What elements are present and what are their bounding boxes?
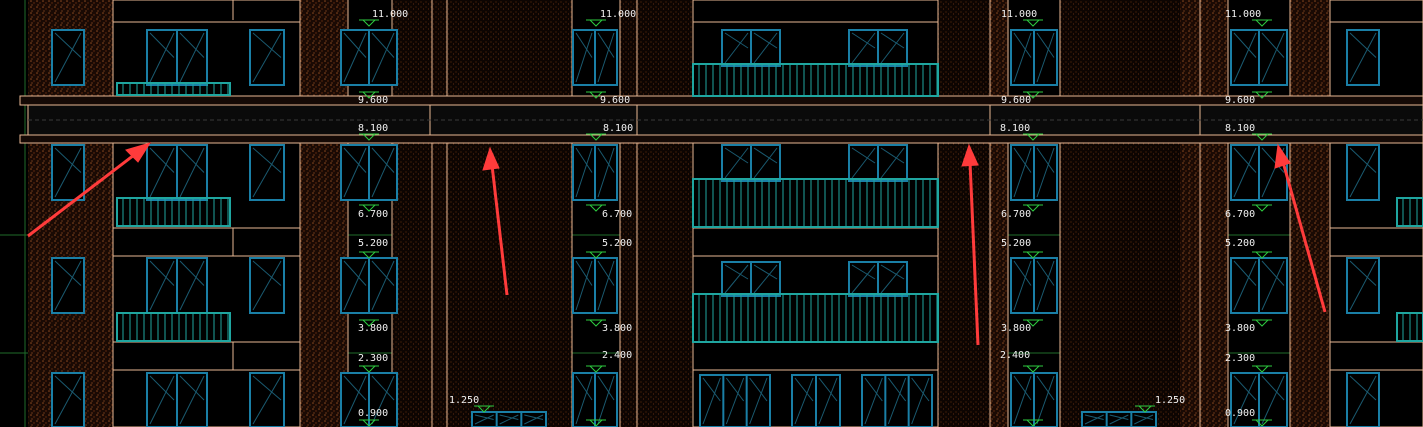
window <box>1230 257 1288 314</box>
window <box>572 372 618 427</box>
window <box>572 144 618 201</box>
elev-label: 0.900 <box>358 408 388 419</box>
window <box>572 257 618 314</box>
window <box>340 144 398 201</box>
elev-label: 5.200 <box>1225 238 1255 249</box>
window <box>249 372 285 427</box>
elevation-marker-icon <box>588 19 604 27</box>
elev-label: 5.200 <box>1001 238 1031 249</box>
window <box>1346 372 1380 427</box>
elev-label: 5.200 <box>358 238 388 249</box>
window <box>1010 29 1058 86</box>
window <box>340 257 398 314</box>
elev-label: 8.100 <box>603 123 633 134</box>
elev-label: 11.000 <box>600 9 636 20</box>
elevation-marker-icon <box>588 319 604 327</box>
elev-label: 2.400 <box>602 350 632 361</box>
elev-label: 9.600 <box>358 95 388 106</box>
elevation-marker-icon <box>1254 19 1270 27</box>
elevation-marker-icon <box>361 19 377 27</box>
window <box>51 29 85 86</box>
window <box>861 374 933 427</box>
window <box>1346 257 1380 314</box>
elev-label: 9.600 <box>1225 95 1255 106</box>
window <box>1010 372 1058 427</box>
window <box>572 29 618 86</box>
window <box>51 372 85 427</box>
window <box>699 374 771 427</box>
elev-label: 2.400 <box>1000 350 1030 361</box>
window <box>1010 257 1058 314</box>
window <box>249 144 285 201</box>
window <box>791 374 841 427</box>
window <box>848 261 908 297</box>
window <box>1230 29 1288 86</box>
window <box>146 29 208 86</box>
window <box>51 257 85 314</box>
elev-label: 6.700 <box>1001 209 1031 220</box>
cad-elevation-drawing[interactable]: 11.000 9.600 8.100 6.700 5.200 3.800 2.3… <box>0 0 1423 427</box>
elev-label: 8.100 <box>1000 123 1030 134</box>
window <box>1346 144 1380 201</box>
window <box>721 261 781 297</box>
elev-label: 2.300 <box>1225 353 1255 364</box>
elev-label: 3.800 <box>1001 323 1031 334</box>
elev-label: 6.700 <box>358 209 388 220</box>
elev-label: 2.300 <box>358 353 388 364</box>
elev-label: 8.100 <box>358 123 388 134</box>
window <box>1346 29 1380 86</box>
elevation-marker-icon <box>1025 19 1041 27</box>
elev-label: 11.000 <box>1225 9 1261 20</box>
window <box>721 29 781 67</box>
elev-label: 3.800 <box>602 323 632 334</box>
window <box>249 29 285 86</box>
elevation-marker-icon <box>588 365 604 373</box>
window <box>146 257 208 314</box>
elevation-svg: 11.000 9.600 8.100 6.700 5.200 3.800 2.3… <box>0 0 1423 427</box>
elev-label: 9.600 <box>600 95 630 106</box>
window <box>340 29 398 86</box>
elev-label: 8.100 <box>1225 123 1255 134</box>
window <box>146 372 208 427</box>
window <box>1081 411 1157 427</box>
elev-label: 1.250 <box>1155 395 1185 406</box>
elev-label: 6.700 <box>1225 209 1255 220</box>
window <box>721 144 781 182</box>
elev-label: 5.200 <box>602 238 632 249</box>
elev-label: 3.800 <box>1225 323 1255 334</box>
window <box>146 144 208 201</box>
elevation-marker-icon <box>588 204 604 212</box>
elevation-marker-icon <box>1254 319 1270 327</box>
elevation-marker-icon <box>1025 365 1041 373</box>
elevation-marker-icon <box>1254 365 1270 373</box>
elev-label: 11.000 <box>1001 9 1037 20</box>
elev-label: 6.700 <box>602 209 632 220</box>
elevation-marker-icon <box>1254 204 1270 212</box>
window <box>249 257 285 314</box>
window <box>51 144 85 201</box>
elev-label: 3.800 <box>358 323 388 334</box>
window <box>471 411 547 427</box>
window <box>848 144 908 182</box>
elevation-marker-icon <box>361 365 377 373</box>
window <box>848 29 908 67</box>
elev-label: 1.250 <box>449 395 479 406</box>
elev-label: 11.000 <box>372 9 408 20</box>
cornice-band <box>19 95 1423 144</box>
elev-label: 9.600 <box>1001 95 1031 106</box>
window <box>1010 144 1058 201</box>
elev-label: 0.900 <box>1225 408 1255 419</box>
